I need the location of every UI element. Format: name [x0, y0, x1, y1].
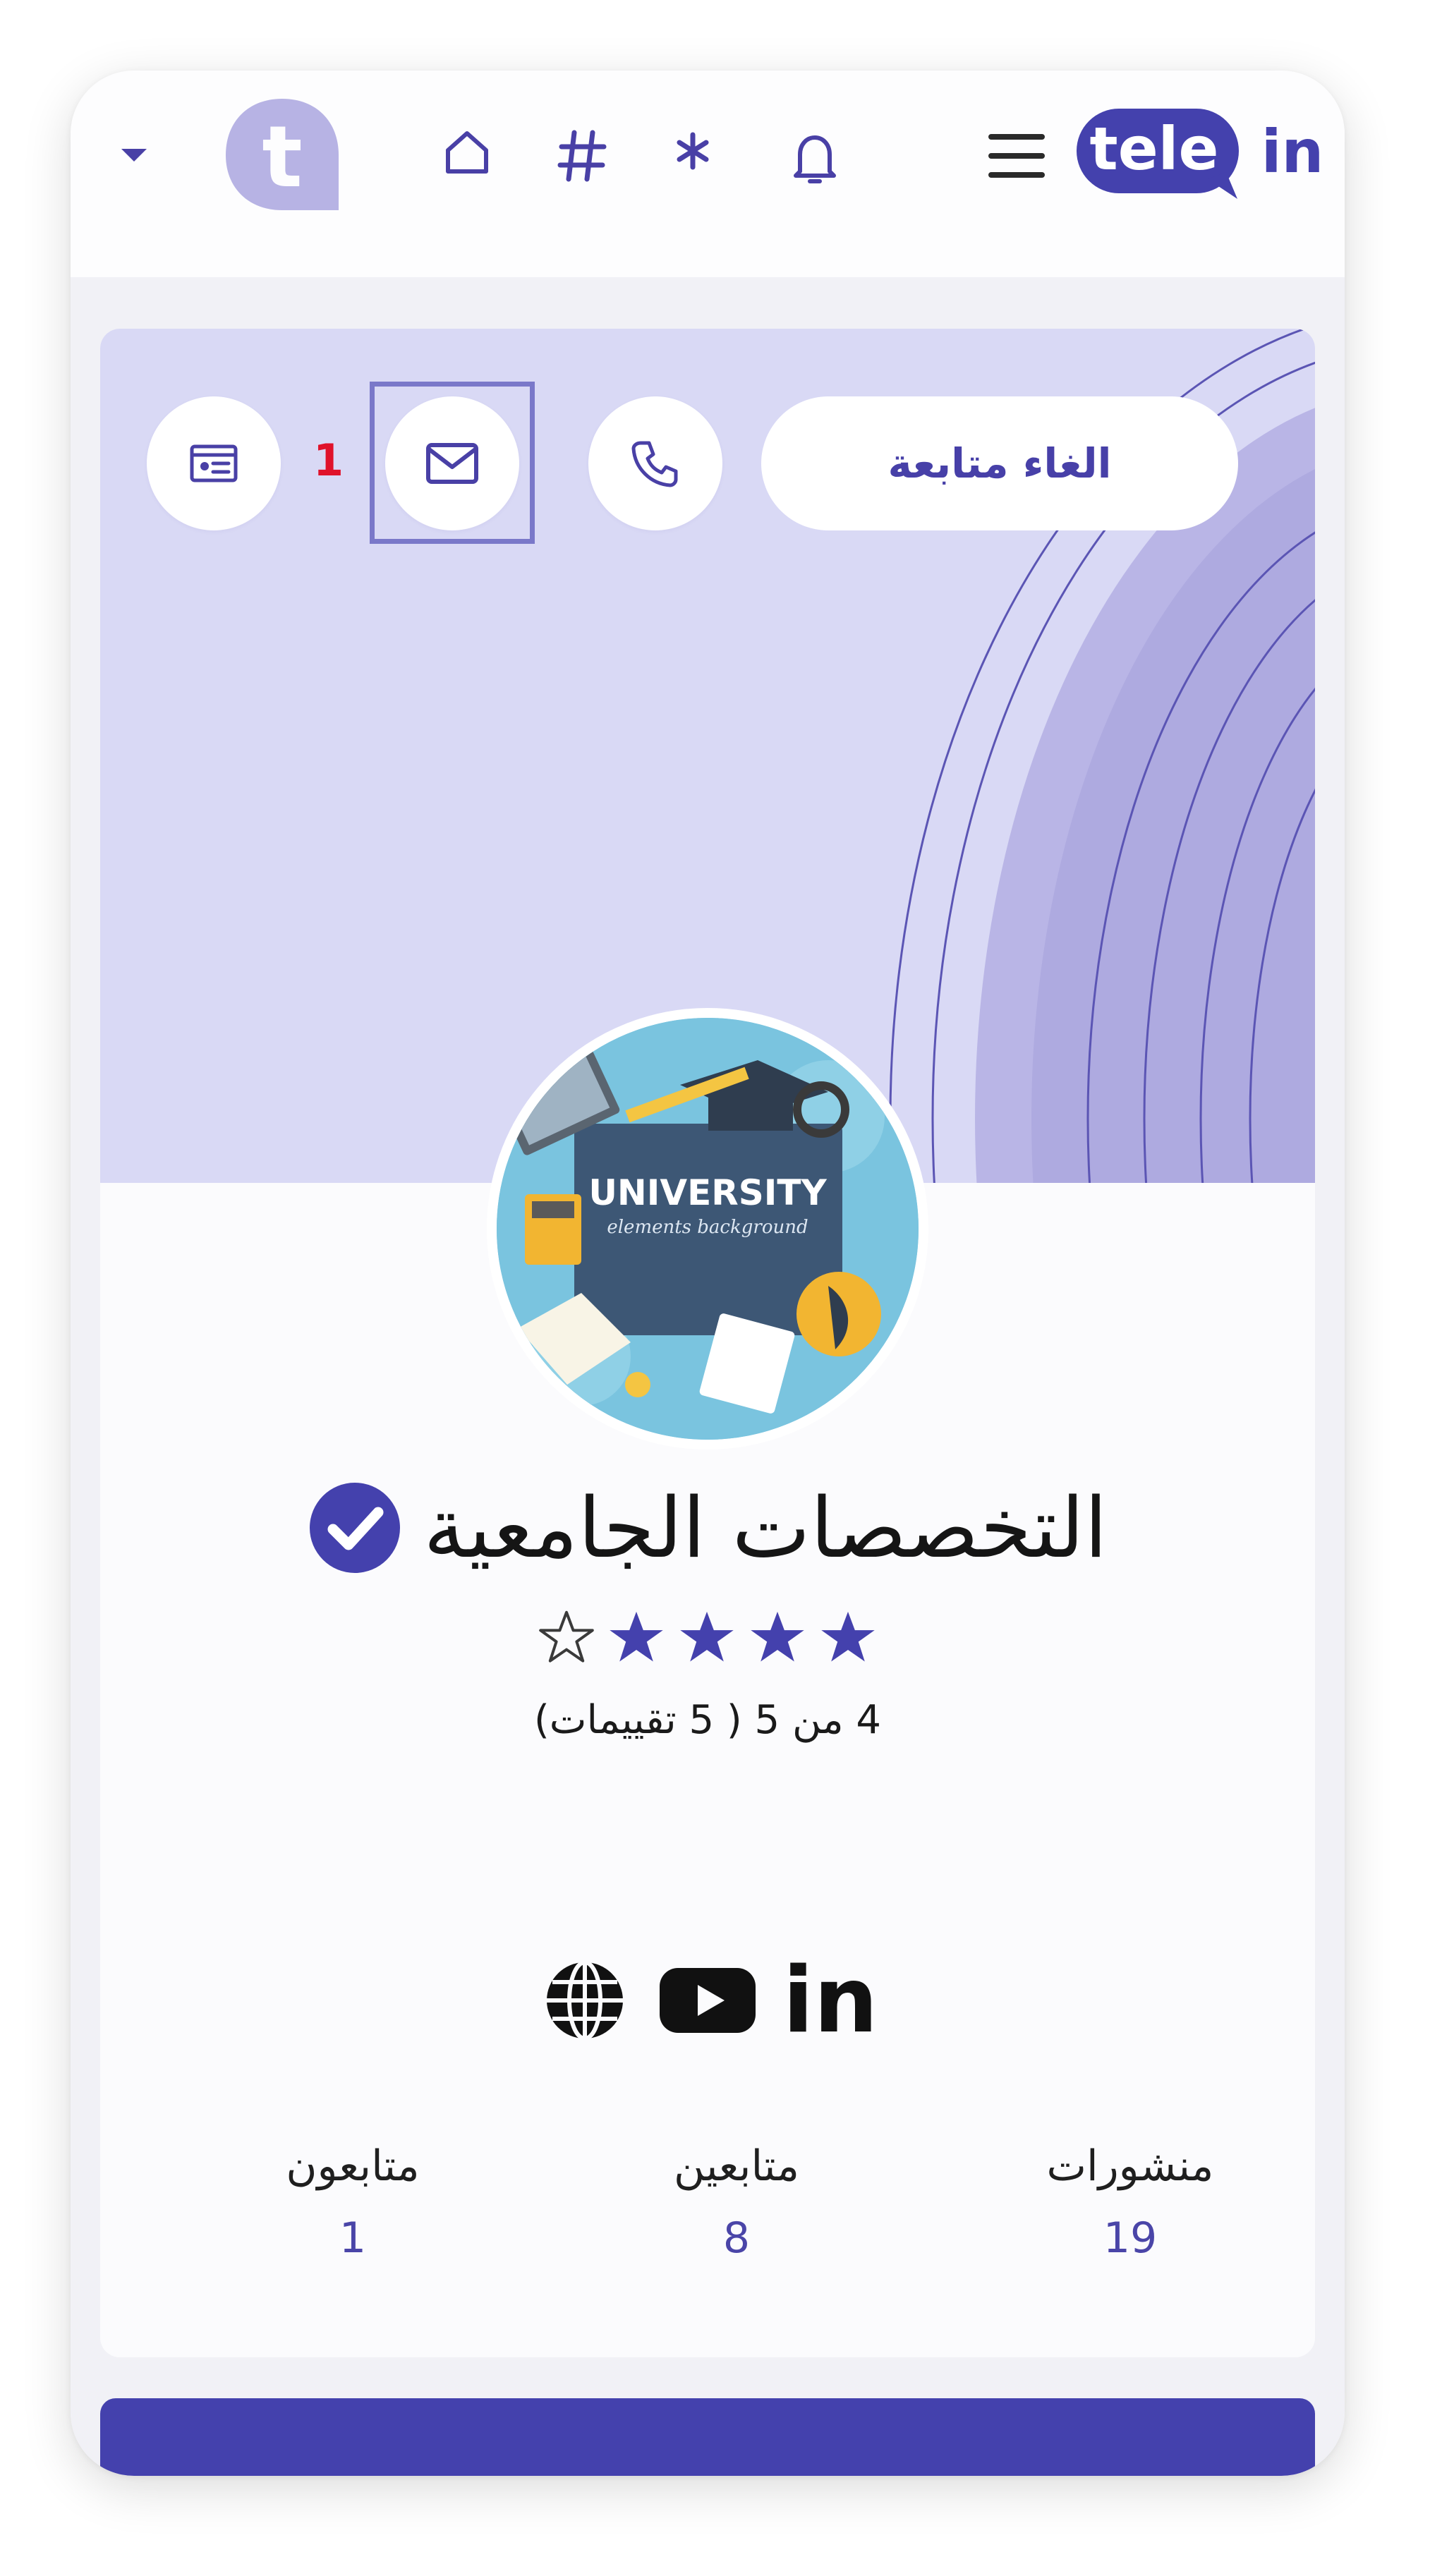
home-icon[interactable]: [432, 117, 502, 188]
social-links: in: [100, 1951, 1315, 2050]
hashtag-icon[interactable]: [543, 117, 621, 195]
profile-picture-subtext: elements background: [607, 1217, 808, 1238]
profile-picture[interactable]: UNIVERSITY elements background: [487, 1008, 928, 1450]
unfollow-button[interactable]: الغاء متابعة: [761, 396, 1238, 530]
business-card-button[interactable]: [147, 396, 281, 530]
stat-followers[interactable]: متابعين 8: [595, 2134, 878, 2270]
phone-icon: [631, 441, 678, 487]
stat-posts-label: منشورات: [1046, 2141, 1214, 2191]
profile-title-row: التخصصات الجامعية: [100, 1471, 1315, 1584]
star-filled-icon: [610, 1611, 663, 1662]
verified-badge-icon: [310, 1483, 401, 1573]
annotation-number: 1: [313, 435, 344, 486]
star-filled-icon: [751, 1611, 804, 1662]
profile-picture-text: UNIVERSITY: [588, 1172, 827, 1213]
stat-following-value: 1: [339, 2213, 367, 2263]
stat-following-label: متابعون: [286, 2141, 420, 2191]
star-filled-icon: [821, 1611, 875, 1662]
star-filled-icon: [680, 1611, 734, 1662]
bell-icon[interactable]: [776, 120, 854, 198]
top-navigation-bar: t tele in: [71, 71, 1345, 277]
telein-logo[interactable]: tele in: [1075, 102, 1343, 202]
phone-frame: t tele in 1 الغاء متابعة UNIVERSITY elem…: [71, 71, 1345, 2476]
asterisk-icon[interactable]: [658, 116, 728, 186]
logo-text-in: in: [1261, 117, 1324, 186]
stat-posts[interactable]: منشورات 19: [989, 2134, 1271, 2270]
logo-text-tele: tele: [1090, 114, 1219, 183]
business-card-icon: [190, 444, 238, 482]
highlight-box: [370, 382, 535, 544]
user-avatar[interactable]: t: [220, 93, 344, 217]
rating-stars: [100, 1598, 1315, 1676]
star-empty-icon: [539, 1610, 594, 1663]
stat-followers-value: 8: [722, 2213, 751, 2263]
page-title: التخصصات الجامعية: [423, 1479, 1108, 1576]
linkedin-text: in: [788, 1958, 873, 2043]
youtube-icon[interactable]: [658, 1965, 757, 2036]
rating-summary: 4 من 5 ( 5 تقييمات): [533, 1697, 882, 1743]
dropdown-caret-icon[interactable]: [106, 134, 162, 176]
globe-icon[interactable]: [543, 1958, 627, 2043]
profile-card: 1 الغاء متابعة UNIVERSITY elements backg…: [100, 329, 1315, 2357]
avatar-letter: t: [262, 109, 302, 207]
linkedin-icon[interactable]: in: [788, 1958, 873, 2043]
stat-posts-value: 19: [1103, 2213, 1158, 2263]
bottom-action-bar[interactable]: [100, 2398, 1315, 2476]
call-button[interactable]: [588, 396, 722, 530]
menu-icon[interactable]: [978, 117, 1055, 195]
stat-followers-label: متابعين: [674, 2141, 799, 2191]
stat-following[interactable]: متابعون 1: [212, 2134, 494, 2270]
